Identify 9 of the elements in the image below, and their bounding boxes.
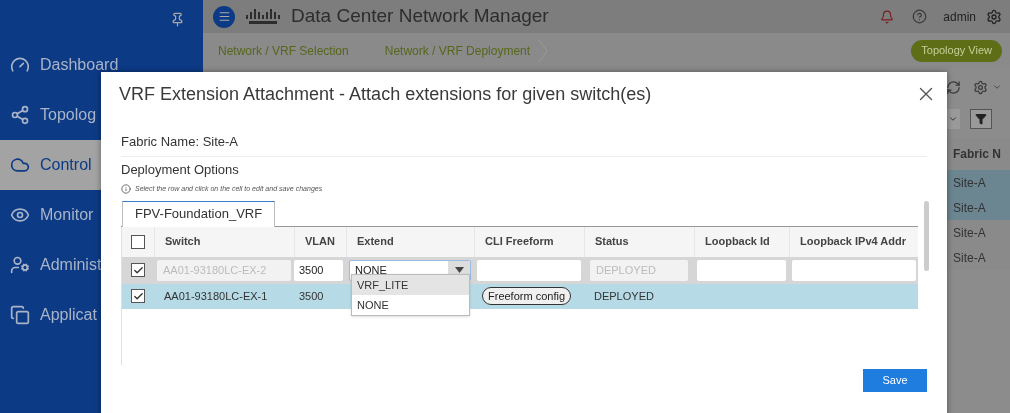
- table-cell-text: 3500: [298, 288, 325, 304]
- table-cell-text: DEPLOYED: [593, 288, 655, 304]
- app-title: Data Center Network Manager: [291, 4, 549, 29]
- table-cell: Site-A: [947, 170, 1010, 195]
- dialog-title: VRF Extension Attachment - Attach extensions for given switch(es): [119, 82, 652, 106]
- section-title: Deployment Options: [121, 160, 240, 179]
- fabric-name: Fabric Name: Site-A: [121, 132, 927, 157]
- table-cell-text: AA01-93180LC-EX-1: [163, 288, 269, 304]
- table-cell: Site-A: [947, 195, 1010, 220]
